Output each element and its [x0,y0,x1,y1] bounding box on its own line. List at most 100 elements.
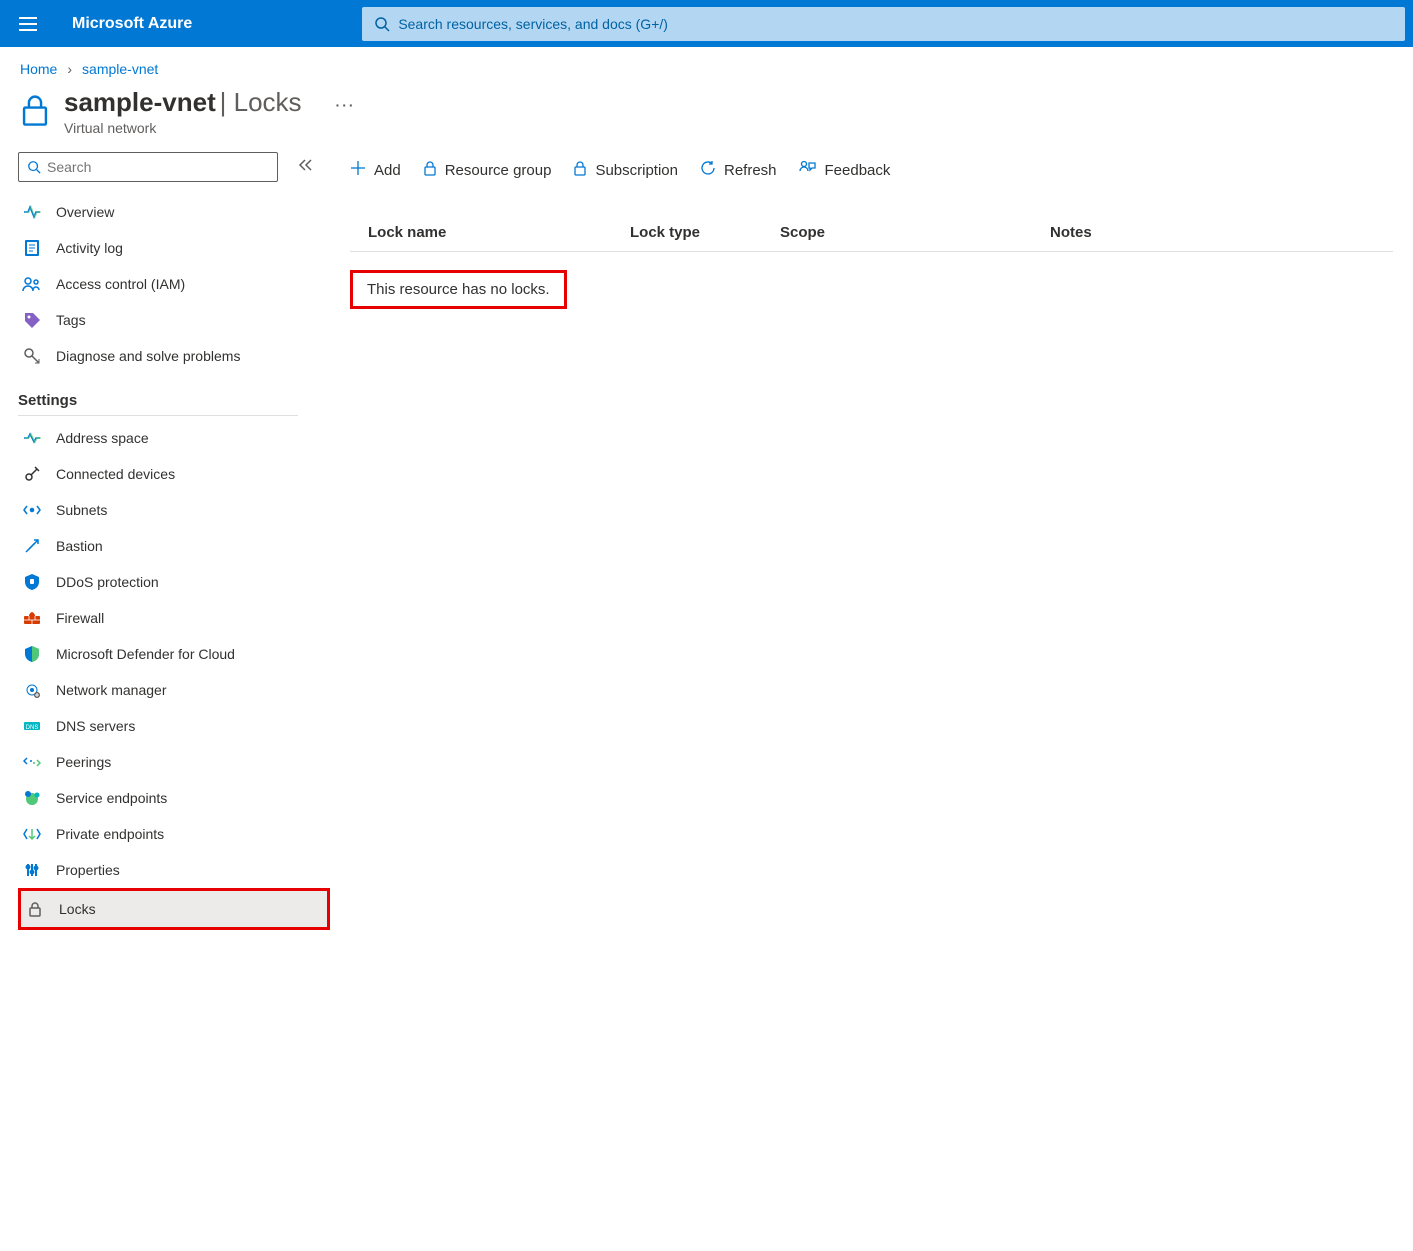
main-content: Add Resource group Subscription Refresh … [330,152,1413,930]
connected-devices-icon [22,464,42,484]
sidebar-search-input[interactable] [47,159,269,175]
page-title-section: Locks [234,87,302,117]
subscription-button[interactable]: Subscription [573,160,678,180]
sidebar-item-firewall[interactable]: Firewall [18,600,330,636]
lock-icon [25,899,45,919]
sidebar-item-label: Peerings [56,754,111,770]
add-label: Add [374,162,401,179]
sidebar-item-label: Firewall [56,610,104,626]
add-button[interactable]: Add [350,160,401,180]
refresh-label: Refresh [724,162,777,179]
sidebar-item-label: Service endpoints [56,790,167,806]
sidebar-item-label: Tags [56,312,86,328]
col-header-lockname: Lock name [350,224,630,241]
sidebar-group-settings: Settings [18,392,298,416]
bastion-icon [22,536,42,556]
sidebar-item-label: Locks [59,901,96,917]
lock-icon [423,160,437,180]
sidebar-item-service-endpoints[interactable]: Service endpoints [18,780,330,816]
hamburger-menu-button[interactable] [8,0,48,47]
sidebar-item-label: Network manager [56,682,167,698]
resource-group-label: Resource group [445,162,552,179]
empty-state-message: This resource has no locks. [350,270,567,309]
refresh-button[interactable]: Refresh [700,160,777,180]
breadcrumb: Home › sample-vnet [0,47,1413,77]
sidebar-search[interactable] [18,152,278,182]
sidebar-item-diagnose[interactable]: Diagnose and solve problems [18,338,330,374]
sidebar-item-defender[interactable]: Microsoft Defender for Cloud [18,636,330,672]
sidebar-item-access-control[interactable]: Access control (IAM) [18,266,330,302]
tags-icon [22,310,42,330]
search-icon [374,16,390,32]
sidebar-item-bastion[interactable]: Bastion [18,528,330,564]
feedback-button[interactable]: Feedback [799,160,891,180]
feedback-icon [799,160,817,180]
sidebar-item-subnets[interactable]: Subnets [18,492,330,528]
activity-log-icon [22,238,42,258]
sidebar-item-label: Address space [56,430,149,446]
global-search[interactable] [362,7,1405,41]
overview-icon [22,202,42,222]
sidebar-item-label: Private endpoints [56,826,164,842]
chevron-double-left-icon [298,158,314,172]
collapse-sidebar-button[interactable] [298,158,314,175]
dns-icon: DNS [22,716,42,736]
sidebar-item-peerings[interactable]: Peerings [18,744,330,780]
subnets-icon [22,500,42,520]
sidebar-item-label: DDoS protection [56,574,159,590]
toolbar: Add Resource group Subscription Refresh … [350,160,1393,180]
col-header-locktype: Lock type [630,224,780,241]
properties-icon [22,860,42,880]
sidebar-item-label: Diagnose and solve problems [56,348,240,364]
page-subtitle: Virtual network [64,120,302,136]
network-manager-icon [22,680,42,700]
lock-icon [20,87,50,130]
sidebar-item-dns[interactable]: DNS DNS servers [18,708,330,744]
sidebar-item-label: Properties [56,862,120,878]
col-header-scope: Scope [780,224,1050,241]
brand-label: Microsoft Azure [72,15,192,33]
sidebar-item-connected-devices[interactable]: Connected devices [18,456,330,492]
firewall-icon [22,608,42,628]
resource-group-button[interactable]: Resource group [423,160,552,180]
feedback-label: Feedback [825,162,891,179]
breadcrumb-resource[interactable]: sample-vnet [82,61,158,77]
breadcrumb-home[interactable]: Home [20,61,57,77]
top-bar: Microsoft Azure [0,0,1413,47]
sidebar-item-label: Overview [56,204,114,220]
sidebar-item-tags[interactable]: Tags [18,302,330,338]
sidebar-item-network-manager[interactable]: Network manager [18,672,330,708]
refresh-icon [700,160,716,180]
ddos-icon [22,572,42,592]
sidebar-item-label: Access control (IAM) [56,276,185,292]
more-actions-button[interactable]: ··· [336,87,356,113]
sidebar-item-label: Bastion [56,538,103,554]
col-header-notes: Notes [1050,224,1393,241]
sidebar-item-address-space[interactable]: Address space [18,420,330,456]
sidebar-item-label: DNS servers [56,718,135,734]
sidebar: Overview Activity log Access control (IA… [18,152,330,930]
global-search-input[interactable] [398,16,1393,32]
page-header: sample-vnet | Locks Virtual network ··· [0,77,1413,142]
breadcrumb-separator: › [67,61,72,77]
sidebar-item-locks[interactable]: Locks [18,888,330,930]
subscription-label: Subscription [595,162,678,179]
defender-icon [22,644,42,664]
sidebar-item-activity-log[interactable]: Activity log [18,230,330,266]
sidebar-item-private-endpoints[interactable]: Private endpoints [18,816,330,852]
hamburger-icon [19,17,37,31]
sidebar-item-properties[interactable]: Properties [18,852,330,888]
page-title-resource: sample-vnet [64,87,216,117]
page-title-separator: | [220,87,234,117]
svg-text:DNS: DNS [26,725,39,731]
search-icon [27,160,41,174]
plus-icon [350,160,366,180]
sidebar-item-ddos[interactable]: DDoS protection [18,564,330,600]
lock-icon [573,160,587,180]
access-control-icon [22,274,42,294]
address-space-icon [22,428,42,448]
diagnose-icon [22,346,42,366]
sidebar-item-overview[interactable]: Overview [18,194,330,230]
sidebar-item-label: Connected devices [56,466,175,482]
empty-state: This resource has no locks. [350,270,567,309]
